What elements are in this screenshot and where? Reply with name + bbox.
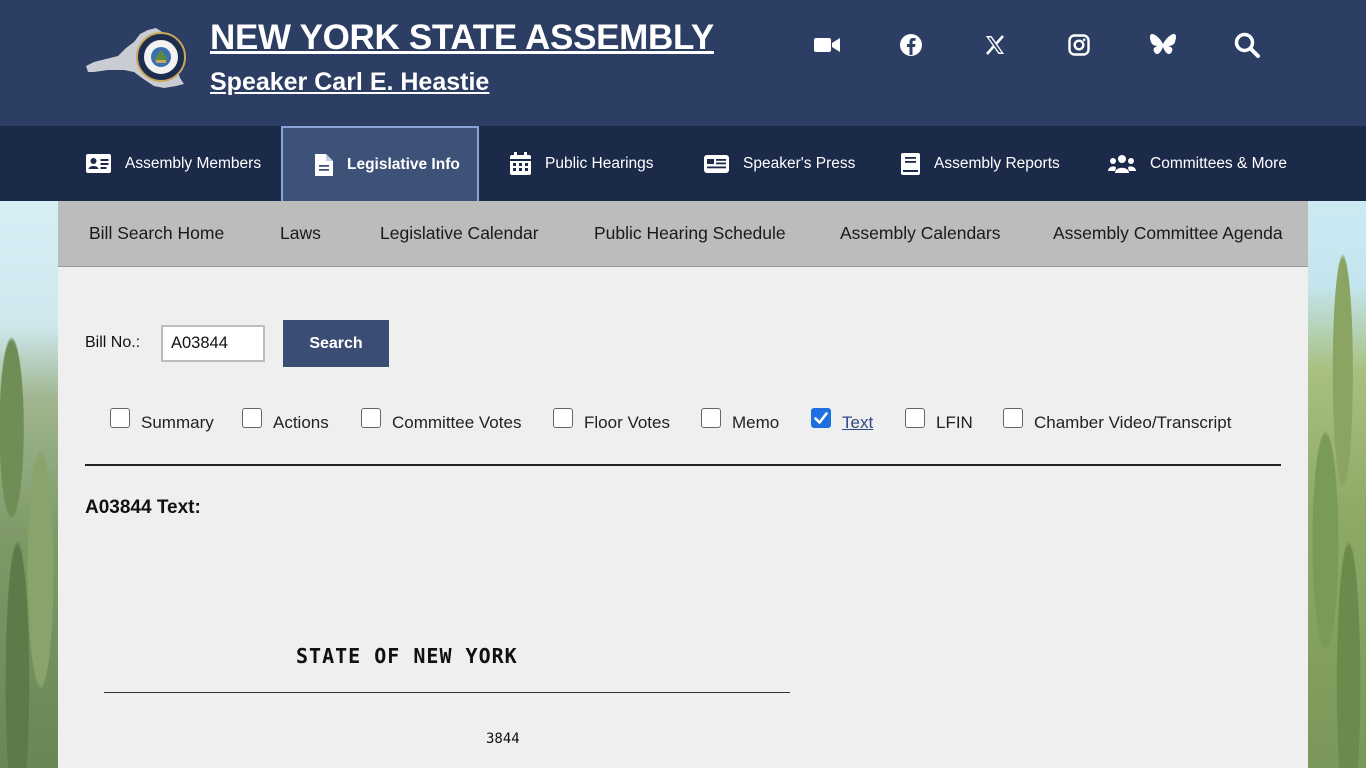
assembly-logo[interactable] <box>84 26 186 92</box>
option-label: Committee Votes <box>392 413 522 432</box>
nav-label: Assembly Reports <box>934 154 1060 172</box>
calendar-icon <box>510 152 531 175</box>
bill-header-rule <box>104 692 790 693</box>
nav-committees-more[interactable]: Committees & More <box>1108 126 1287 201</box>
text-checkbox[interactable] <box>811 408 831 428</box>
background-scenery-left <box>0 201 58 768</box>
option-label[interactable]: Text <box>842 413 873 433</box>
nav-label: Public Hearings <box>545 154 654 172</box>
bill-number-input[interactable] <box>161 325 265 362</box>
option-actions[interactable]: Actions <box>242 408 329 432</box>
option-label: Memo <box>732 413 780 432</box>
option-chamber-video[interactable]: Chamber Video/Transcript <box>1003 408 1232 432</box>
subnav-public-hearing-schedule[interactable]: Public Hearing Schedule <box>594 223 786 244</box>
nav-legislative-info[interactable]: Legislative Info <box>281 126 479 201</box>
option-text[interactable]: Text <box>811 408 873 433</box>
subnav-bill-search-home[interactable]: Bill Search Home <box>89 223 224 244</box>
x-icon[interactable] <box>978 28 1012 62</box>
nav-label: Committees & More <box>1150 154 1287 172</box>
option-floor-votes[interactable]: Floor Votes <box>553 408 670 432</box>
actions-checkbox[interactable] <box>242 408 262 428</box>
subnav-legislative-calendar[interactable]: Legislative Calendar <box>380 223 539 244</box>
newspaper-icon <box>704 154 729 173</box>
option-label: Floor Votes <box>584 413 670 432</box>
search-button[interactable]: Search <box>283 320 389 367</box>
bluesky-icon[interactable] <box>1146 28 1180 62</box>
subnav-laws[interactable]: Laws <box>280 223 321 244</box>
sub-navigation: Bill Search Home Laws Legislative Calend… <box>58 201 1308 267</box>
instagram-icon[interactable] <box>1062 28 1096 62</box>
option-summary[interactable]: Summary <box>110 408 214 432</box>
nav-assembly-reports[interactable]: Assembly Reports <box>901 126 1060 201</box>
background-scenery-right <box>1308 201 1366 768</box>
site-title[interactable]: NEW YORK STATE ASSEMBLY <box>210 18 714 58</box>
bill-number-text: 3844 <box>486 731 520 747</box>
nav-speakers-press[interactable]: Speaker's Press <box>704 126 855 201</box>
book-icon <box>901 152 920 175</box>
checkmark-icon <box>813 411 828 424</box>
option-label: Actions <box>273 413 329 432</box>
bill-search-panel: Bill Search Home Laws Legislative Calend… <box>58 201 1308 768</box>
memo-checkbox[interactable] <box>701 408 721 428</box>
option-label: Summary <box>141 413 214 432</box>
site-header: NEW YORK STATE ASSEMBLY Speaker Carl E. … <box>0 0 1366 126</box>
search-icon[interactable] <box>1230 28 1264 62</box>
video-icon[interactable] <box>810 28 844 62</box>
option-label: Chamber Video/Transcript <box>1034 413 1232 432</box>
subnav-assembly-committee-agenda[interactable]: Assembly Committee Agenda <box>1053 223 1283 244</box>
bill-state-header: STATE OF NEW YORK <box>296 644 518 668</box>
option-memo[interactable]: Memo <box>701 408 780 432</box>
option-committee-votes[interactable]: Committee Votes <box>361 408 522 432</box>
nav-public-hearings[interactable]: Public Hearings <box>510 126 654 201</box>
option-lfin[interactable]: LFIN <box>905 408 973 432</box>
nav-label: Legislative Info <box>347 155 460 173</box>
floor-votes-checkbox[interactable] <box>553 408 573 428</box>
nav-label: Speaker's Press <box>743 154 856 172</box>
chamber-video-checkbox[interactable] <box>1003 408 1023 428</box>
facebook-icon[interactable] <box>894 28 928 62</box>
social-links <box>810 28 1264 62</box>
summary-checkbox[interactable] <box>110 408 130 428</box>
main-navigation: Assembly Members Legislative Info Public… <box>0 126 1366 201</box>
users-icon <box>1108 154 1136 174</box>
lfin-checkbox[interactable] <box>905 408 925 428</box>
committee-votes-checkbox[interactable] <box>361 408 381 428</box>
nav-label: Assembly Members <box>125 154 262 172</box>
subnav-assembly-calendars[interactable]: Assembly Calendars <box>840 223 1000 244</box>
speaker-link[interactable]: Speaker Carl E. Heastie <box>210 68 489 97</box>
document-icon <box>315 153 333 176</box>
option-label: LFIN <box>936 413 973 432</box>
id-card-icon <box>86 154 111 173</box>
bill-number-label: Bill No.: <box>85 334 141 351</box>
nav-assembly-members[interactable]: Assembly Members <box>86 126 261 201</box>
section-divider <box>85 464 1281 466</box>
bill-text-heading: A03844 Text: <box>85 497 201 518</box>
